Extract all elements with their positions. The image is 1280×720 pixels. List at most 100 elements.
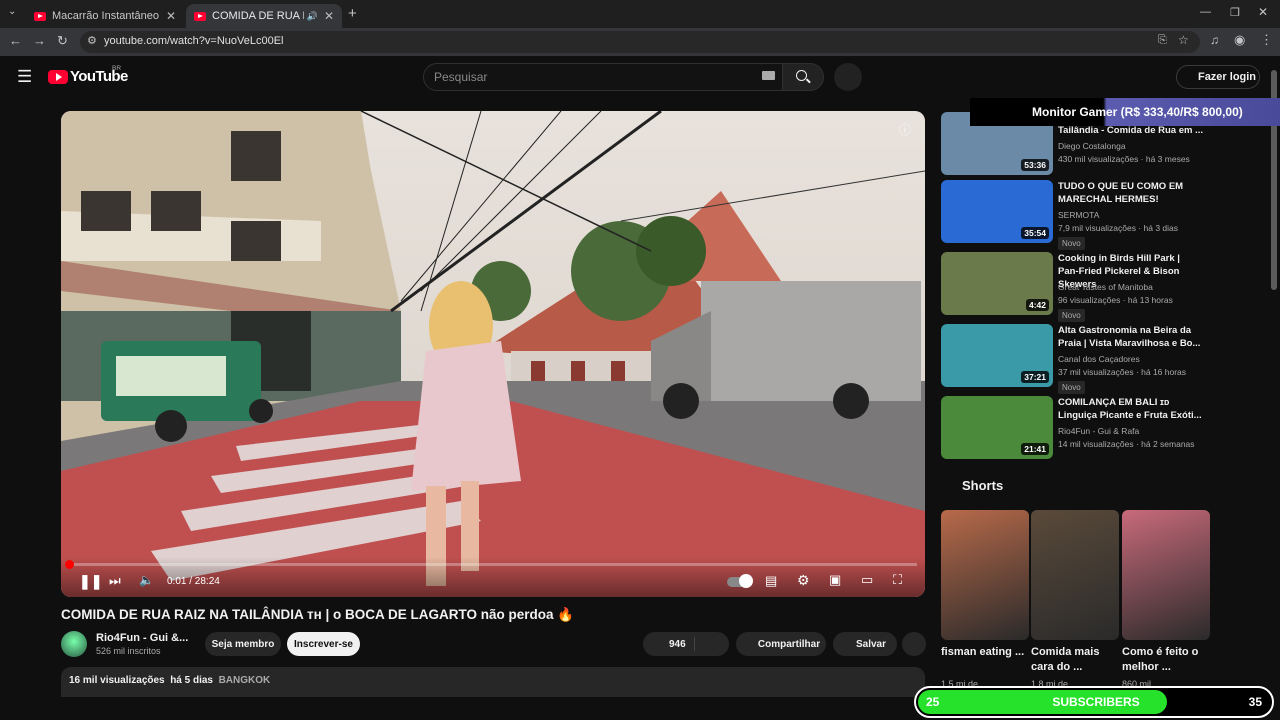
- autoplay-knob: [739, 574, 753, 588]
- settings-gear-icon[interactable]: ⚙: [797, 572, 810, 589]
- short-thumbnail[interactable]: [1122, 510, 1210, 640]
- close-window-icon[interactable]: ✕: [1258, 5, 1268, 19]
- volume-icon[interactable]: 🔈: [139, 573, 154, 587]
- short-thumbnail[interactable]: [1031, 510, 1119, 640]
- channel-avatar[interactable]: [61, 631, 87, 657]
- search-input[interactable]: [434, 70, 734, 84]
- menu-dots-icon[interactable]: ⋮: [1260, 32, 1273, 48]
- video-duration: 53:36: [1021, 159, 1049, 171]
- recommendation-thumbnail[interactable]: 35:54: [941, 180, 1053, 243]
- info-icon[interactable]: ⓘ: [899, 121, 911, 138]
- tab-title: Macarrão Instantâneo Caro vs I: [52, 10, 160, 22]
- close-icon[interactable]: ✕: [324, 9, 334, 23]
- recommendation-channel[interactable]: Diego Costalonga: [1058, 141, 1126, 151]
- short-title[interactable]: Comida mais cara do ...: [1031, 645, 1116, 675]
- recommendation-item[interactable]: 4:42 Cooking in Birds Hill Park | Pan-Fri…: [941, 252, 1211, 322]
- login-label: Fazer login: [1197, 71, 1257, 83]
- browser-tab-bar: ⌄ Macarrão Instantâneo Caro vs I ✕ COMID…: [0, 0, 1280, 28]
- channel-name[interactable]: Rio4Fun - Gui &...: [96, 632, 188, 644]
- short-title[interactable]: Como é feito o melhor ...: [1122, 645, 1207, 675]
- recommendation-title[interactable]: TUDO O QUE EU COMO EM MARECHAL HERMES!: [1058, 180, 1203, 206]
- subscriber-goal-label: SUBSCRIBERS: [1052, 695, 1140, 709]
- media-controls-icon[interactable]: ♫: [1210, 33, 1219, 47]
- tab-search-icon[interactable]: ⌄: [8, 6, 16, 17]
- hamburger-menu-icon[interactable]: ☰: [17, 67, 32, 87]
- video-duration: 35:54: [1021, 227, 1049, 239]
- video-title: COMIDA DE RUA RAIZ NA TAILÂNDIA ᴛʜ | o B…: [61, 607, 575, 622]
- reload-icon[interactable]: ↻: [57, 33, 68, 49]
- restore-icon[interactable]: ❐: [1230, 6, 1240, 19]
- donation-goal-text: Monitor Gamer (R$ 333,40/R$ 800,00): [1032, 105, 1243, 119]
- recommendation-thumbnail[interactable]: 21:41: [941, 396, 1053, 459]
- forward-icon[interactable]: →: [33, 33, 46, 48]
- site-info-icon[interactable]: ⚙: [87, 34, 97, 47]
- recommendation-item[interactable]: 37:21 Alta Gastronomia na Beira da Praia …: [941, 324, 1211, 394]
- region-code: BR: [112, 65, 122, 72]
- recommendation-channel[interactable]: Great Tastes of Manitoba: [1058, 282, 1153, 292]
- progress-scrubber[interactable]: [65, 560, 74, 569]
- install-icon[interactable]: ⎘: [1158, 34, 1167, 47]
- description-meta: 16 mil visualizações há 5 dias BANGKOK: [69, 675, 270, 686]
- voice-search-button[interactable]: [834, 63, 862, 91]
- subscriber-current: 25: [926, 695, 940, 709]
- location-tag[interactable]: BANGKOK: [219, 675, 271, 686]
- recommendation-meta: 430 mil visualizações · há 3 meses: [1058, 154, 1190, 164]
- recommendation-title[interactable]: Alta Gastronomia na Beira da Praia | Vis…: [1058, 324, 1203, 350]
- new-tab-icon[interactable]: +: [348, 5, 357, 22]
- short-title[interactable]: fisman eating ...: [941, 645, 1026, 660]
- short-thumbnail[interactable]: [941, 510, 1029, 640]
- login-button[interactable]: Fazer login: [1176, 65, 1260, 89]
- subscriber-goal-bar: SUBSCRIBERS 25 35: [914, 686, 1274, 718]
- fullscreen-icon[interactable]: ⛶: [893, 572, 902, 588]
- new-badge: Novo: [1058, 309, 1085, 322]
- bookmark-star-icon[interactable]: ☆: [1178, 33, 1189, 47]
- save-button[interactable]: Salvar: [833, 632, 897, 656]
- youtube-header: ☰ YouTube BR Fazer login: [0, 56, 1280, 98]
- recommendation-thumbnail[interactable]: 4:42: [941, 252, 1053, 315]
- tab-macarrao[interactable]: Macarrão Instantâneo Caro vs I ✕: [26, 4, 184, 28]
- url-text: youtube.com/watch?v=NuoVeLc00El: [104, 35, 284, 47]
- subscribe-button[interactable]: Inscrever-se: [287, 632, 360, 656]
- tab-comida-de-rua[interactable]: COMIDA DE RUA RAIZ NA T 🔊 ✕: [186, 4, 342, 28]
- browser-address-bar: ← → ↻ ⚙ youtube.com/watch?v=NuoVeLc00El …: [0, 28, 1280, 56]
- progress-bar[interactable]: [65, 560, 917, 569]
- recommendation-channel[interactable]: SERMOTA: [1058, 210, 1099, 220]
- video-frame: [61, 111, 925, 597]
- recommendation-meta: 96 visualizações · há 13 horas: [1058, 295, 1173, 305]
- close-icon[interactable]: ✕: [166, 9, 176, 23]
- shorts-heading: Shorts: [962, 478, 1004, 493]
- profile-icon[interactable]: ◉: [1234, 32, 1245, 48]
- video-player[interactable]: ⓘ ❚❚ ⏭ 🔈 0:01 / 28:24 ▤ ⚙ ▣ ▭ ⛶: [61, 111, 925, 597]
- miniplayer-icon[interactable]: ▣: [829, 572, 841, 588]
- pause-icon[interactable]: ❚❚: [79, 573, 102, 590]
- speaker-icon[interactable]: 🔊: [307, 11, 318, 22]
- upload-age: há 5 dias: [170, 675, 213, 686]
- recommendation-channel[interactable]: Canal dos Caçadores: [1058, 354, 1140, 364]
- back-icon[interactable]: ←: [9, 33, 22, 48]
- like-count: 946: [669, 638, 686, 650]
- recommendation-title[interactable]: COMILANÇA EM BALI ɪᴅ Linguiça Picante e …: [1058, 396, 1203, 422]
- view-count: 16 mil visualizações: [69, 675, 165, 686]
- theater-mode-icon[interactable]: ▭: [861, 572, 873, 588]
- join-button[interactable]: Seja membro: [205, 632, 281, 656]
- description-box[interactable]: 16 mil visualizações há 5 dias BANGKOK: [61, 667, 925, 697]
- recommendation-meta: 14 mil visualizações · há 2 semanas: [1058, 439, 1195, 449]
- like-button[interactable]: 946: [643, 632, 729, 656]
- tab-title: COMIDA DE RUA RAIZ NA T: [212, 10, 304, 22]
- minimize-icon[interactable]: —: [1200, 6, 1211, 18]
- search-button[interactable]: [782, 63, 824, 91]
- share-button[interactable]: Compartilhar: [736, 632, 826, 656]
- recommendation-item[interactable]: 35:54 TUDO O QUE EU COMO EM MARECHAL HERM…: [941, 180, 1211, 250]
- next-icon[interactable]: ⏭: [109, 573, 121, 589]
- recommendation-channel[interactable]: Rio4Fun - Gui & Rafa: [1058, 426, 1139, 436]
- search-box[interactable]: [423, 63, 783, 91]
- more-actions-button[interactable]: [902, 632, 926, 656]
- subtitles-icon[interactable]: ▤: [765, 573, 777, 589]
- recommendation-item[interactable]: 21:41 COMILANÇA EM BALI ɪᴅ Linguiça Pican…: [941, 396, 1211, 460]
- url-field[interactable]: ⚙ youtube.com/watch?v=NuoVeLc00El ⎘ ☆: [80, 31, 1200, 53]
- recommendation-meta: 37 mil visualizações · há 16 horas: [1058, 367, 1187, 377]
- time-display: 0:01 / 28:24: [167, 576, 220, 587]
- video-duration: 37:21: [1021, 371, 1049, 383]
- keyboard-icon[interactable]: [762, 71, 775, 80]
- recommendation-thumbnail[interactable]: 37:21: [941, 324, 1053, 387]
